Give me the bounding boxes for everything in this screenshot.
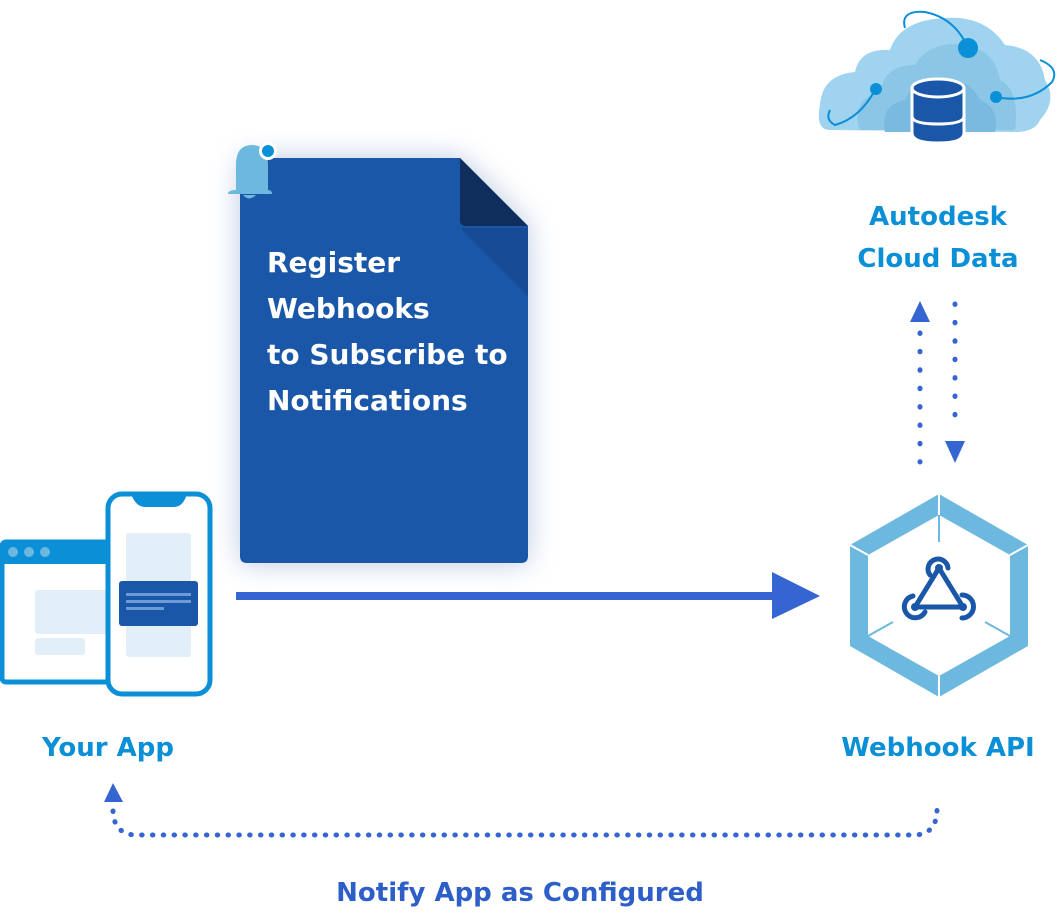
notify-arrow xyxy=(104,783,940,838)
cloud-label-line1: Autodesk xyxy=(869,202,1007,232)
down-arrowhead xyxy=(945,441,965,463)
document-fold xyxy=(460,158,528,226)
document-line: to Subscribe to xyxy=(267,338,508,371)
cloud-label: Autodesk Cloud Data xyxy=(838,196,1038,280)
cloud-webhook-arrows xyxy=(910,301,965,465)
webhook-label: Webhook API xyxy=(841,733,1035,763)
register-arrow xyxy=(236,572,820,619)
notify-label: Notify App as Configured xyxy=(336,878,704,908)
cloud-database-icon xyxy=(818,10,1056,145)
document-line: Register xyxy=(267,246,401,279)
document-line: Notifications xyxy=(267,384,468,417)
arrow-head xyxy=(772,572,820,619)
document-line: Webhooks xyxy=(267,292,430,325)
up-arrowhead xyxy=(910,301,930,322)
browser-window-icon xyxy=(0,539,117,685)
database-icon xyxy=(910,77,966,145)
phone-icon xyxy=(105,491,213,697)
notify-arrowhead xyxy=(104,783,123,802)
cloud-label-line2: Cloud Data xyxy=(857,244,1019,274)
arrow-shaft xyxy=(236,592,776,600)
webhook-hexagon-icon xyxy=(849,494,1029,697)
document-text: Register Webhooks to Subscribe to Notifi… xyxy=(267,240,508,424)
app-label: Your App xyxy=(41,733,175,763)
app-devices-icon xyxy=(0,491,213,697)
notify-dotted-path xyxy=(110,806,940,838)
